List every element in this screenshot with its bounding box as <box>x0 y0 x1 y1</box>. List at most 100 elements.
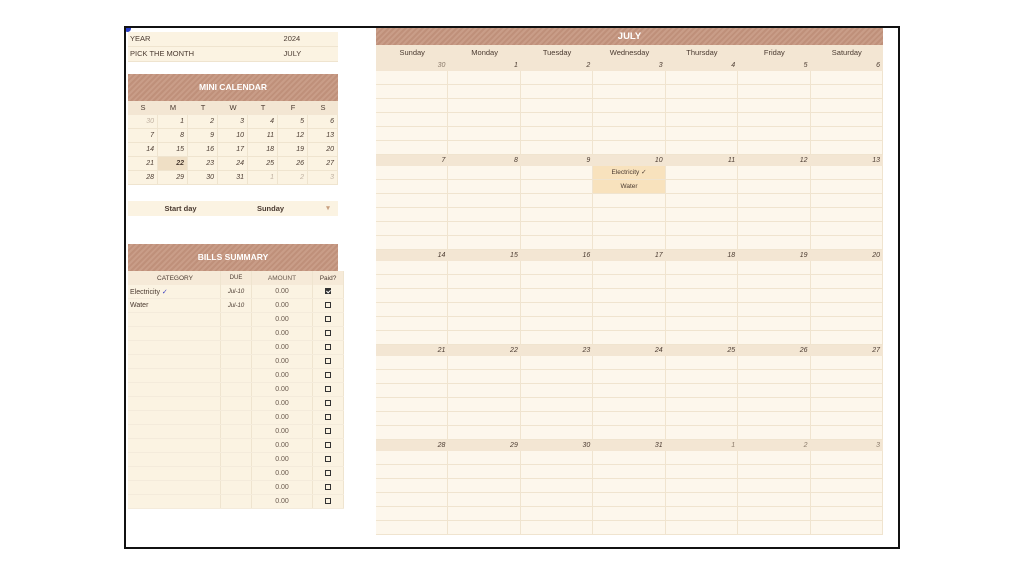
bill-amount-cell[interactable]: 0.00 <box>251 438 313 453</box>
start-day-select[interactable]: Sunday <box>223 201 318 216</box>
event-slot[interactable] <box>520 426 594 440</box>
event-slot[interactable] <box>810 331 883 345</box>
event-slot[interactable] <box>520 493 594 507</box>
event-slot[interactable] <box>593 85 666 99</box>
event-slot[interactable] <box>376 180 449 194</box>
event-slot[interactable] <box>593 426 666 440</box>
checkbox-icon[interactable] <box>325 358 331 365</box>
event-slot[interactable] <box>665 356 739 370</box>
mini-day-cell[interactable]: 3 <box>218 115 248 129</box>
mini-day-cell[interactable]: 31 <box>218 171 248 185</box>
event-slot[interactable] <box>520 303 594 317</box>
event-slot[interactable] <box>810 113 883 127</box>
event-slot[interactable] <box>448 303 521 317</box>
event-slot[interactable] <box>810 194 883 208</box>
event-slot[interactable] <box>376 85 449 99</box>
event-slot[interactable] <box>593 479 666 493</box>
event-slot[interactable] <box>665 222 739 236</box>
bill-due-cell[interactable] <box>220 410 252 425</box>
checkbox-icon[interactable] <box>325 302 331 309</box>
bill-due-cell[interactable] <box>220 466 252 481</box>
event-slot[interactable] <box>665 275 739 289</box>
event-slot[interactable] <box>520 479 594 493</box>
event-slot[interactable] <box>738 451 811 465</box>
mini-day-cell[interactable]: 15 <box>158 143 188 157</box>
event-slot[interactable] <box>593 222 666 236</box>
event-slot[interactable] <box>810 261 883 275</box>
event-slot[interactable] <box>738 331 811 345</box>
mini-day-cell[interactable]: 11 <box>248 129 278 143</box>
checkbox-icon[interactable] <box>325 470 331 477</box>
event-slot[interactable] <box>448 479 521 493</box>
event-slot[interactable] <box>665 479 739 493</box>
event-slot[interactable] <box>448 71 521 85</box>
bill-amount-cell[interactable]: 0.00 <box>251 424 313 439</box>
event-slot[interactable] <box>593 331 666 345</box>
event-slot[interactable] <box>665 180 739 194</box>
event-slot[interactable] <box>665 127 739 141</box>
event-slot[interactable] <box>520 99 594 113</box>
event-slot[interactable] <box>593 317 666 331</box>
event-slot[interactable] <box>376 141 449 155</box>
bill-amount-cell[interactable]: 0.00 <box>251 312 313 327</box>
event-slot[interactable] <box>810 85 883 99</box>
event-slot[interactable] <box>448 289 521 303</box>
event-slot[interactable] <box>376 370 449 384</box>
event-slot[interactable] <box>738 222 811 236</box>
event-slot[interactable] <box>665 451 739 465</box>
event-slot[interactable] <box>376 465 449 479</box>
mini-day-cell[interactable]: 7 <box>128 129 158 143</box>
event-slot[interactable] <box>593 356 666 370</box>
bill-due-cell[interactable] <box>220 368 252 383</box>
event-slot[interactable] <box>520 398 594 412</box>
event-slot[interactable] <box>665 426 739 440</box>
event-slot[interactable] <box>448 166 521 180</box>
mini-day-cell[interactable]: 16 <box>188 143 218 157</box>
event-slot[interactable] <box>376 493 449 507</box>
event-slot[interactable] <box>520 236 594 250</box>
checkbox-icon[interactable] <box>325 386 331 393</box>
event-slot[interactable] <box>520 71 594 85</box>
event-slot[interactable] <box>593 113 666 127</box>
bill-category-cell[interactable] <box>128 340 221 355</box>
checkbox-icon[interactable] <box>325 428 331 435</box>
bill-due-cell[interactable] <box>220 340 252 355</box>
mini-day-cell[interactable]: 20 <box>308 143 338 157</box>
event-slot[interactable] <box>376 289 449 303</box>
event-slot[interactable] <box>738 493 811 507</box>
bill-amount-cell[interactable]: 0.00 <box>251 480 313 495</box>
event-slot[interactable] <box>738 166 811 180</box>
event-slot[interactable] <box>665 303 739 317</box>
event-slot[interactable] <box>810 370 883 384</box>
event-slot[interactable] <box>665 85 739 99</box>
event-slot[interactable] <box>376 356 449 370</box>
event-slot[interactable] <box>520 384 594 398</box>
event-slot[interactable] <box>520 85 594 99</box>
mini-day-cell[interactable]: 19 <box>278 143 308 157</box>
mini-day-cell[interactable]: 23 <box>188 157 218 171</box>
checkbox-icon[interactable] <box>325 484 331 491</box>
event-slot[interactable] <box>665 507 739 521</box>
event-slot[interactable] <box>738 71 811 85</box>
event-slot[interactable] <box>520 465 594 479</box>
bill-category-cell[interactable] <box>128 410 221 425</box>
bill-due-cell[interactable] <box>220 354 252 369</box>
event-slot[interactable] <box>810 398 883 412</box>
event-slot[interactable] <box>448 208 521 222</box>
event-slot[interactable] <box>376 303 449 317</box>
mini-day-cell[interactable]: 26 <box>278 157 308 171</box>
bill-category-cell[interactable] <box>128 368 221 383</box>
event-slot[interactable] <box>376 398 449 412</box>
event-slot[interactable] <box>738 303 811 317</box>
event-slot[interactable] <box>810 426 883 440</box>
checkbox-icon[interactable] <box>325 414 331 421</box>
event-slot[interactable] <box>665 521 739 535</box>
event-slot[interactable] <box>448 113 521 127</box>
event-slot[interactable] <box>376 479 449 493</box>
event-slot[interactable] <box>593 493 666 507</box>
event-slot[interactable] <box>738 356 811 370</box>
mini-day-cell[interactable]: 10 <box>218 129 248 143</box>
bill-category-cell[interactable] <box>128 480 221 495</box>
mini-day-cell[interactable]: 12 <box>278 129 308 143</box>
mini-day-cell[interactable]: 18 <box>248 143 278 157</box>
